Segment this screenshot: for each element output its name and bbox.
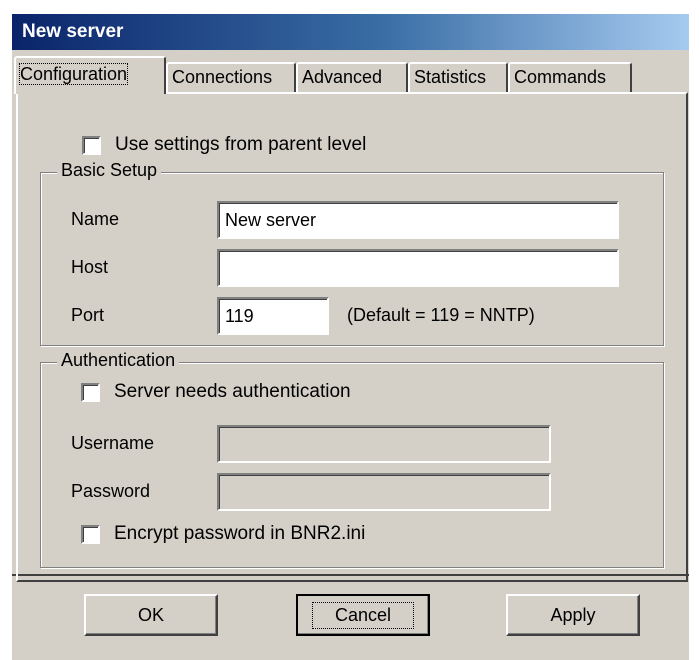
port-label: Port xyxy=(71,305,105,325)
dialog-window: New server Configuration Connections Adv… xyxy=(10,12,689,660)
needs-auth-checkbox[interactable]: Server needs authentication xyxy=(81,381,351,403)
ok-button[interactable]: OK xyxy=(84,594,218,636)
port-field[interactable] xyxy=(217,297,329,335)
checkbox-label: Use settings from parent level xyxy=(115,134,367,155)
host-field[interactable] xyxy=(217,249,619,287)
button-label: OK xyxy=(137,604,164,625)
checkbox-label: Server needs authentication xyxy=(114,381,351,402)
checkbox-box[interactable] xyxy=(81,382,100,402)
tab-label: Configuration xyxy=(18,63,129,85)
checkbox-box[interactable] xyxy=(82,135,101,155)
password-label: Password xyxy=(71,481,151,501)
tab-connections[interactable]: Connections xyxy=(166,62,296,94)
group-title: Authentication xyxy=(57,350,180,371)
port-default-hint: (Default = 119 = NNTP) xyxy=(347,305,535,325)
checkbox-label: Encrypt password in BNR2.ini xyxy=(114,523,366,544)
tab-statistics[interactable]: Statistics xyxy=(408,62,508,94)
username-field[interactable] xyxy=(217,425,551,463)
tab-configuration[interactable]: Configuration xyxy=(14,56,166,94)
button-label: Apply xyxy=(550,604,596,625)
name-field[interactable] xyxy=(217,201,619,239)
group-title: Basic Setup xyxy=(57,160,162,181)
tab-label: Commands xyxy=(514,67,607,87)
checkbox-box[interactable] xyxy=(81,524,100,544)
host-label: Host xyxy=(71,257,109,277)
tab-label: Advanced xyxy=(302,67,383,87)
cancel-button[interactable]: Cancel xyxy=(296,594,430,636)
authentication-group: Authentication Server needs authenticati… xyxy=(40,350,664,568)
tab-advanced[interactable]: Advanced xyxy=(296,62,408,94)
tab-label: Statistics xyxy=(414,67,487,87)
tab-strip: Configuration Connections Advanced Stati… xyxy=(12,50,689,94)
username-label: Username xyxy=(71,433,155,453)
window-title: New server xyxy=(22,21,124,42)
configuration-panel: Use settings from parent level Basic Set… xyxy=(16,92,688,582)
apply-button[interactable]: Apply xyxy=(506,594,640,636)
encrypt-password-checkbox[interactable]: Encrypt password in BNR2.ini xyxy=(81,523,365,545)
basic-setup-group: Basic Setup Name Host Port (Default = 11… xyxy=(40,160,664,346)
button-label: Cancel xyxy=(311,601,415,629)
password-field[interactable] xyxy=(217,473,551,511)
tab-label: Connections xyxy=(172,67,273,87)
use-parent-checkbox[interactable]: Use settings from parent level xyxy=(82,134,366,156)
title-bar[interactable]: New server xyxy=(12,14,689,50)
tab-commands[interactable]: Commands xyxy=(508,62,632,94)
name-label: Name xyxy=(71,209,120,229)
